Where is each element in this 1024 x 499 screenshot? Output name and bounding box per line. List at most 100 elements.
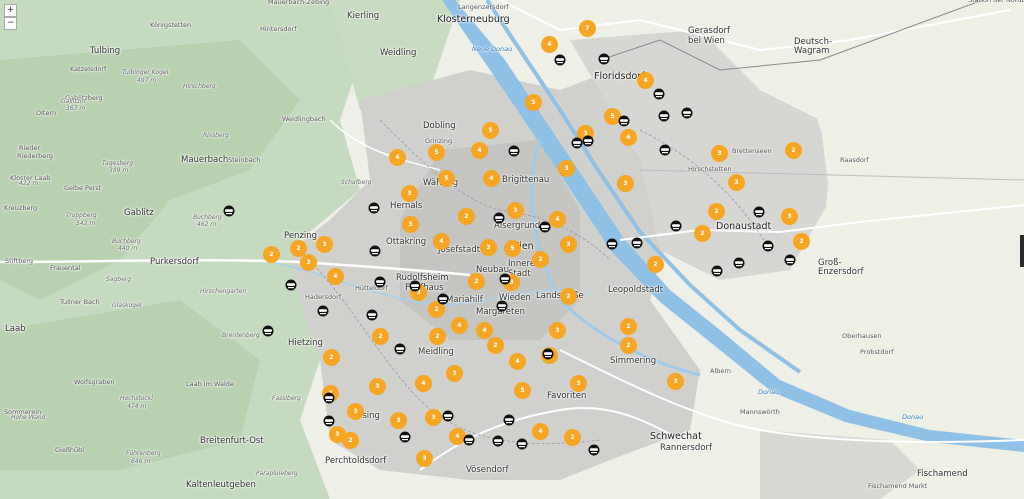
camera-icon[interactable] <box>554 54 566 66</box>
cluster-marker[interactable]: 2 <box>532 251 549 268</box>
cluster-marker[interactable]: 2 <box>793 233 810 250</box>
camera-icon[interactable] <box>588 444 600 456</box>
cluster-marker[interactable]: 2 <box>323 349 340 366</box>
camera-icon[interactable] <box>463 434 475 446</box>
cluster-marker[interactable]: 5 <box>504 240 521 257</box>
cluster-marker[interactable]: 3 <box>667 373 684 390</box>
camera-icon[interactable] <box>618 115 630 127</box>
cluster-marker[interactable]: 3 <box>316 236 333 253</box>
camera-icon[interactable] <box>366 309 378 321</box>
camera-icon[interactable] <box>658 110 670 122</box>
camera-icon[interactable] <box>582 135 594 147</box>
cluster-marker[interactable]: 3 <box>390 412 407 429</box>
camera-icon[interactable] <box>606 238 618 250</box>
cluster-marker[interactable]: 4 <box>476 322 493 339</box>
camera-icon[interactable] <box>539 221 551 233</box>
cluster-marker[interactable]: 4 <box>541 36 558 53</box>
camera-icon[interactable] <box>753 206 765 218</box>
cluster-marker[interactable]: 4 <box>549 211 566 228</box>
zoom-out-button[interactable]: − <box>4 17 17 30</box>
cluster-marker[interactable]: 2 <box>468 273 485 290</box>
cluster-marker[interactable]: 2 <box>458 208 475 225</box>
camera-icon[interactable] <box>374 276 386 288</box>
camera-icon[interactable] <box>659 144 671 156</box>
camera-icon[interactable] <box>762 240 774 252</box>
camera-icon[interactable] <box>394 343 406 355</box>
cluster-marker[interactable]: 6 <box>620 129 637 146</box>
camera-icon[interactable] <box>493 212 505 224</box>
cluster-marker[interactable]: 3 <box>570 375 587 392</box>
map-canvas[interactable]: Königstetten Mauerbach-Zebing Langenzersdo… <box>0 0 1024 499</box>
camera-icon[interactable] <box>368 202 380 214</box>
cluster-marker[interactable]: 2 <box>620 318 637 335</box>
zoom-in-button[interactable]: + <box>4 4 17 17</box>
cluster-marker[interactable]: 4 <box>509 353 526 370</box>
cluster-marker[interactable]: 3 <box>507 202 524 219</box>
cluster-marker[interactable]: 5 <box>428 144 445 161</box>
camera-icon[interactable] <box>317 305 329 317</box>
camera-icon[interactable] <box>542 348 554 360</box>
cluster-marker[interactable]: 2 <box>560 288 577 305</box>
cluster-marker[interactable]: 5 <box>438 170 455 187</box>
cluster-marker[interactable]: 4 <box>483 170 500 187</box>
cluster-marker[interactable]: 3 <box>416 450 433 467</box>
cluster-marker[interactable]: 3 <box>549 322 566 339</box>
cluster-marker[interactable]: 2 <box>708 203 725 220</box>
cluster-marker[interactable]: 3 <box>560 236 577 253</box>
camera-icon[interactable] <box>598 53 610 65</box>
cluster-marker[interactable]: 5 <box>514 382 531 399</box>
cluster-marker[interactable]: 3 <box>401 185 418 202</box>
cluster-marker[interactable]: 2 <box>564 429 581 446</box>
camera-icon[interactable] <box>670 220 682 232</box>
cluster-marker[interactable]: 4 <box>637 72 654 89</box>
camera-icon[interactable] <box>711 265 723 277</box>
cluster-marker[interactable]: 3 <box>781 208 798 225</box>
cluster-marker[interactable]: 4 <box>471 142 488 159</box>
cluster-marker[interactable]: 4 <box>532 423 549 440</box>
cluster-marker[interactable]: 4 <box>389 149 406 166</box>
camera-icon[interactable] <box>369 245 381 257</box>
camera-icon[interactable] <box>571 137 583 149</box>
cluster-marker[interactable]: 2 <box>694 225 711 242</box>
cluster-marker[interactable]: 2 <box>342 432 359 449</box>
cluster-marker[interactable]: 3 <box>425 409 442 426</box>
cluster-marker[interactable]: 3 <box>369 378 386 395</box>
cluster-marker[interactable]: 2 <box>785 142 802 159</box>
cluster-marker[interactable]: 4 <box>433 233 450 250</box>
camera-icon[interactable] <box>409 280 421 292</box>
camera-icon[interactable] <box>399 431 411 443</box>
cluster-marker[interactable]: 3 <box>558 160 575 177</box>
cluster-marker[interactable]: 3 <box>300 254 317 271</box>
cluster-marker[interactable]: 2 <box>429 328 446 345</box>
camera-icon[interactable] <box>442 410 454 422</box>
camera-icon[interactable] <box>223 205 235 217</box>
cluster-marker[interactable]: 2 <box>620 337 637 354</box>
cluster-marker[interactable]: 4 <box>451 317 468 334</box>
cluster-marker[interactable]: 3 <box>711 145 728 162</box>
cluster-marker[interactable]: 2 <box>647 256 664 273</box>
camera-icon[interactable] <box>499 273 511 285</box>
camera-icon[interactable] <box>323 392 335 404</box>
cluster-marker[interactable]: 3 <box>446 365 463 382</box>
cluster-marker[interactable]: 4 <box>415 375 432 392</box>
camera-icon[interactable] <box>437 293 449 305</box>
cluster-marker[interactable]: 3 <box>402 216 419 233</box>
cluster-marker[interactable]: 3 <box>347 403 364 420</box>
cluster-marker[interactable]: 2 <box>263 246 280 263</box>
cluster-marker[interactable]: 3 <box>728 174 745 191</box>
cluster-marker[interactable]: 4 <box>327 268 344 285</box>
camera-icon[interactable] <box>508 145 520 157</box>
side-panel-handle[interactable] <box>1020 235 1024 267</box>
camera-icon[interactable] <box>733 257 745 269</box>
cluster-marker[interactable]: 3 <box>480 239 497 256</box>
cluster-marker[interactable]: 3 <box>617 175 634 192</box>
camera-icon[interactable] <box>492 435 504 447</box>
cluster-marker[interactable]: 5 <box>525 94 542 111</box>
camera-icon[interactable] <box>323 415 335 427</box>
camera-icon[interactable] <box>681 107 693 119</box>
camera-icon[interactable] <box>285 279 297 291</box>
cluster-marker[interactable]: 2 <box>372 328 389 345</box>
camera-icon[interactable] <box>631 237 643 249</box>
camera-icon[interactable] <box>653 88 665 100</box>
camera-icon[interactable] <box>516 438 528 450</box>
